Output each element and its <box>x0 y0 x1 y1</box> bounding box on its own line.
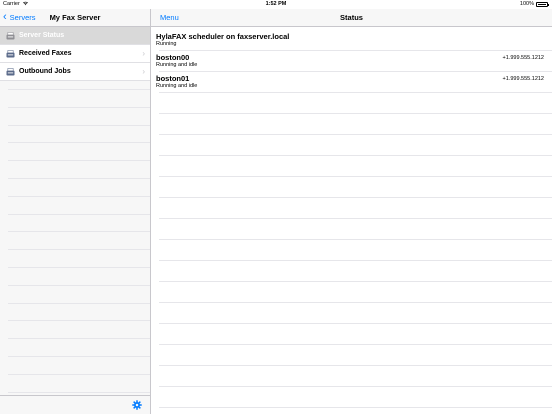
row-separator <box>159 260 552 261</box>
row-separator <box>159 197 552 198</box>
row-separator <box>8 89 150 90</box>
battery-percent: 100% <box>519 1 534 7</box>
master-title: My Fax Server <box>49 13 101 22</box>
status-row-scheduler[interactable]: HylaFAX scheduler on faxserver.local Run… <box>151 29 552 50</box>
battery-indicator: 100% <box>519 0 549 9</box>
row-separator <box>8 303 150 304</box>
row-separator <box>159 155 552 156</box>
row-separator <box>8 196 150 197</box>
detail-title: Status <box>340 13 363 22</box>
status-row-state: Running and idle <box>156 62 198 68</box>
menu-item-received-faxes[interactable]: Received Faxes › <box>0 45 150 63</box>
fax-machine-icon <box>6 31 15 40</box>
status-row-name: HylaFAX scheduler on faxserver.local <box>156 32 290 41</box>
fax-machine-icon <box>6 49 15 58</box>
row-separator <box>159 407 552 408</box>
master-pane: ‹ Servers My Fax Server Server Status Re… <box>0 9 151 414</box>
row-separator <box>159 344 552 345</box>
status-row-boston00[interactable]: boston00 Running and idle +1.999.555.121… <box>151 50 552 71</box>
row-separator <box>159 218 552 219</box>
row-separator <box>159 239 552 240</box>
row-separator <box>8 178 150 179</box>
chevron-right-icon: › <box>142 49 145 58</box>
status-row-name: boston00 <box>156 53 190 62</box>
status-row-state: Running <box>156 41 177 47</box>
row-separator <box>8 249 150 250</box>
row-separator <box>159 92 552 93</box>
menu-item-outbound-jobs[interactable]: Outbound Jobs › <box>0 63 150 81</box>
menu-item-label: Received Faxes <box>19 50 72 57</box>
row-separator <box>159 365 552 366</box>
master-toolbar <box>0 395 150 414</box>
row-separator <box>8 267 150 268</box>
row-separator <box>159 176 552 177</box>
row-separator <box>159 113 552 114</box>
menu-item-label: Server Status <box>19 32 65 39</box>
menu-item-label: Outbound Jobs <box>19 68 71 75</box>
chevron-right-icon: › <box>142 67 145 76</box>
menu-item-server-status[interactable]: Server Status <box>0 27 150 45</box>
status-row-name: boston01 <box>156 74 190 83</box>
row-separator <box>8 285 150 286</box>
status-row-phone: +1.999.555.1212 <box>502 55 544 61</box>
status-row-state: Running and idle <box>156 83 198 89</box>
fax-machine-icon <box>6 67 15 76</box>
row-separator <box>8 356 150 357</box>
menu-list: Server Status Received Faxes › Outbound … <box>0 27 150 81</box>
status-row-phone: +1.999.555.1212 <box>502 76 544 82</box>
row-separator <box>159 281 552 282</box>
row-separator <box>8 142 150 143</box>
detail-pane: Menu Status HylaFAX scheduler on faxserv… <box>151 9 552 414</box>
row-separator <box>159 323 552 324</box>
status-bar: Carrier 1:52 PM 100% <box>0 0 552 9</box>
status-row-boston01[interactable]: boston01 Running and idle +1.999.555.121… <box>151 71 552 92</box>
row-separator <box>8 320 150 321</box>
row-separator <box>8 160 150 161</box>
row-separator <box>8 125 150 126</box>
row-separator <box>8 392 150 393</box>
row-separator <box>8 231 150 232</box>
row-separator <box>159 386 552 387</box>
clock: 1:52 PM <box>265 1 287 7</box>
row-separator <box>8 107 150 108</box>
battery-icon <box>536 2 549 7</box>
row-separator <box>8 374 150 375</box>
master-nav-bar: ‹ Servers My Fax Server <box>0 9 150 27</box>
row-separator <box>8 338 150 339</box>
row-separator <box>8 214 150 215</box>
row-separator <box>159 302 552 303</box>
row-separator <box>159 134 552 135</box>
detail-nav-bar: Menu Status <box>151 9 552 27</box>
gear-icon[interactable] <box>132 400 142 410</box>
